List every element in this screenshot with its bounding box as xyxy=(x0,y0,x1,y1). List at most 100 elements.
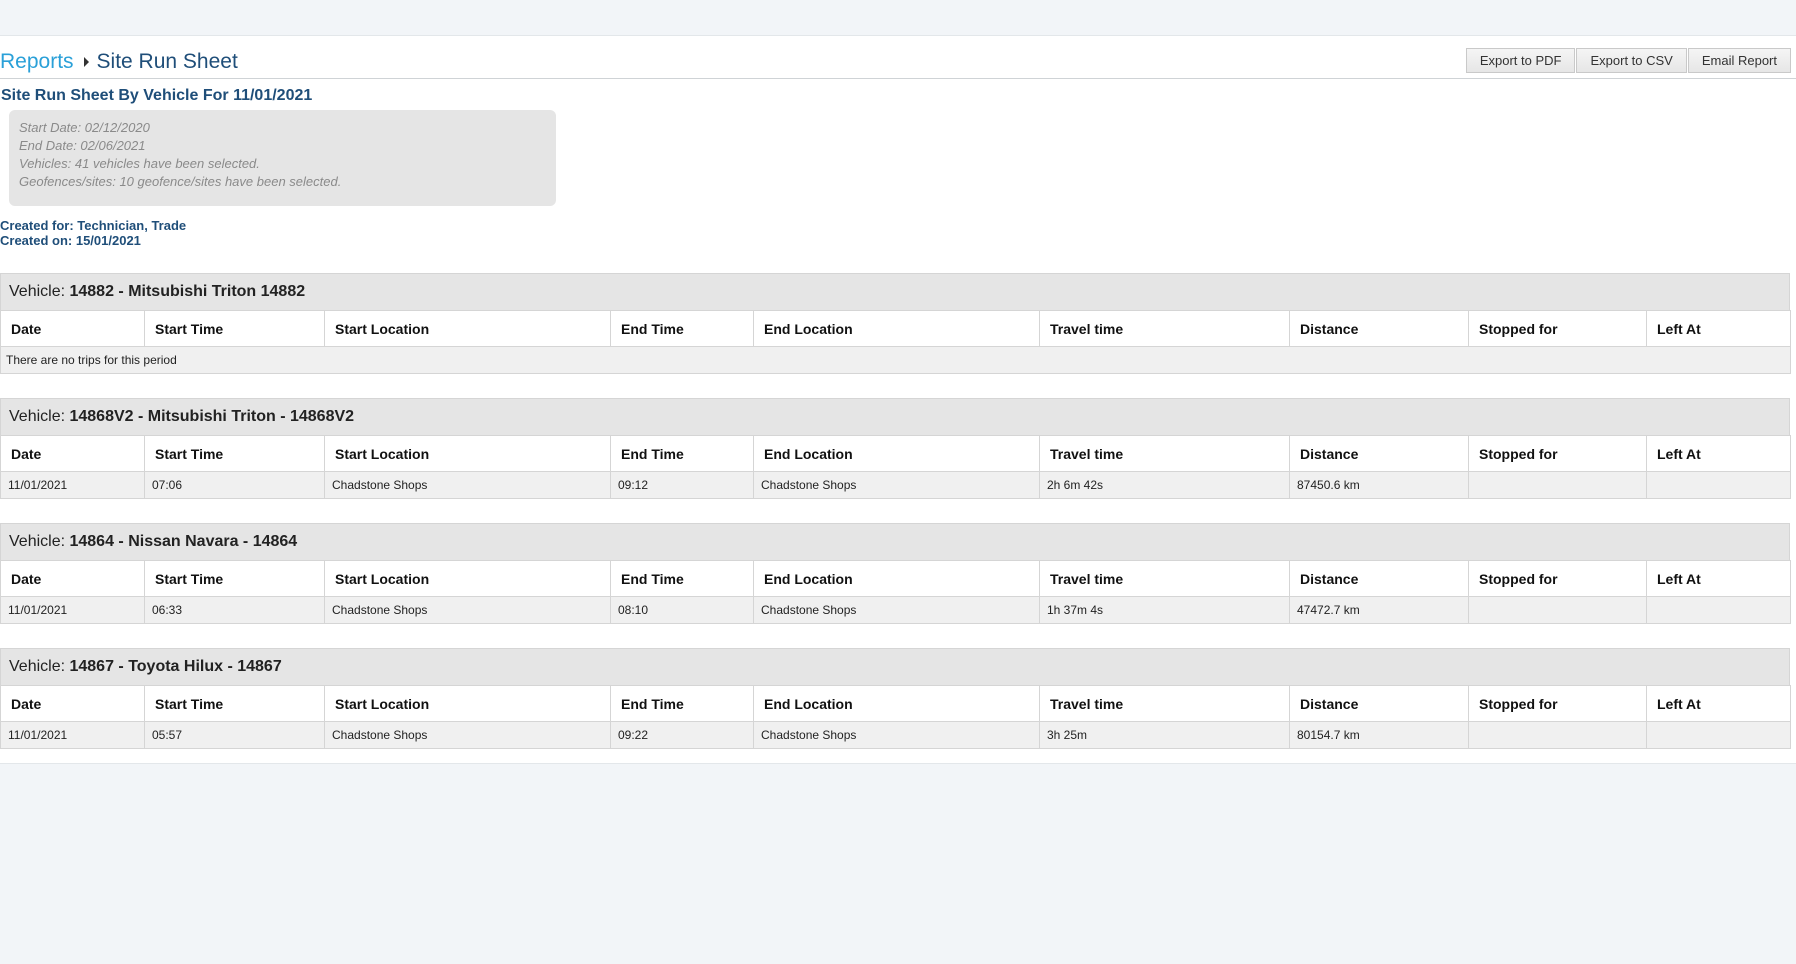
column-header: End Location xyxy=(753,685,1040,722)
table-row: 11/01/2021 05:57 Chadstone Shops 09:22 Chads… xyxy=(0,721,1791,749)
table-header-row: Date Start Time Start Location End Time End … xyxy=(0,560,1791,597)
table-cell: 47472.7 km xyxy=(1289,596,1469,624)
vehicle-header: Vehicle: 14882 - Mitsubishi Triton 14882 xyxy=(0,273,1790,310)
table-cell: 11/01/2021 xyxy=(0,721,145,749)
column-header: Start Time xyxy=(144,685,325,722)
column-header: Left At xyxy=(1646,560,1791,597)
column-header: Left At xyxy=(1646,435,1791,472)
column-header: Start Time xyxy=(144,435,325,472)
column-header: End Location xyxy=(753,435,1040,472)
table-cell: 11/01/2021 xyxy=(0,596,145,624)
table-cell: 2h 6m 42s xyxy=(1039,471,1290,499)
page-header: Reports Site Run Sheet Export to PDF Exp… xyxy=(0,36,1796,79)
column-header: Distance xyxy=(1289,560,1469,597)
created-on: Created on: 15/01/2021 xyxy=(0,233,141,248)
top-bar xyxy=(0,0,1796,36)
table-row: 11/01/2021 06:33 Chadstone Shops 08:10 Chads… xyxy=(0,596,1791,624)
column-header: Date xyxy=(0,435,145,472)
column-header: Start Location xyxy=(324,310,611,347)
export-pdf-button[interactable]: Export to PDF xyxy=(1465,48,1576,73)
column-header: Start Time xyxy=(144,560,325,597)
table-cell: Chadstone Shops xyxy=(324,596,611,624)
column-header: Stopped for xyxy=(1468,310,1647,347)
column-header: End Time xyxy=(610,435,754,472)
vehicle-section: Vehicle: 14867 - Toyota Hilux - 14867 Dat… xyxy=(0,648,1791,749)
column-header: Stopped for xyxy=(1468,560,1647,597)
table-header-row: Date Start Time Start Location End Time End … xyxy=(0,435,1791,472)
column-header: Travel time xyxy=(1039,685,1290,722)
column-header: Start Location xyxy=(324,435,611,472)
empty-message: There are no trips for this period xyxy=(0,346,1791,374)
table-cell: 3h 25m xyxy=(1039,721,1290,749)
breadcrumb-reports-link[interactable]: Reports xyxy=(0,50,74,74)
created-info: Created for: Technician, Trade Created o… xyxy=(0,218,186,248)
vehicle-header: Vehicle: 14864 - Nissan Navara - 14864 xyxy=(0,523,1790,560)
table-cell: Chadstone Shops xyxy=(324,721,611,749)
page-title: Site Run Sheet xyxy=(96,50,238,73)
vehicle-label: Vehicle: xyxy=(9,533,70,550)
trips-table: Date Start Time Start Location End Time End … xyxy=(0,685,1791,749)
vehicle-name: 14868V2 - Mitsubishi Triton - 14868V2 xyxy=(69,408,355,425)
table-cell xyxy=(1646,596,1791,624)
column-header: Stopped for xyxy=(1468,435,1647,472)
export-csv-button[interactable]: Export to CSV xyxy=(1576,48,1687,73)
column-header: Start Location xyxy=(324,685,611,722)
report-title: Site Run Sheet By Vehicle For 11/01/2021 xyxy=(1,87,313,104)
table-header-row: Date Start Time Start Location End Time End … xyxy=(0,685,1791,722)
criteria-geofences: Geofences/sites: 10 geofence/sites have … xyxy=(19,174,342,189)
column-header: Start Location xyxy=(324,560,611,597)
table-cell: 80154.7 km xyxy=(1289,721,1469,749)
email-report-button[interactable]: Email Report xyxy=(1687,48,1791,73)
column-header: End Location xyxy=(753,560,1040,597)
table-cell: 08:10 xyxy=(610,596,754,624)
column-header: Travel time xyxy=(1039,560,1290,597)
criteria-vehicles: Vehicles: 41 vehicles have been selected… xyxy=(19,156,260,171)
trips-table: Date Start Time Start Location End Time End … xyxy=(0,435,1791,499)
column-header: Distance xyxy=(1289,685,1469,722)
table-cell: Chadstone Shops xyxy=(324,471,611,499)
table-cell: Chadstone Shops xyxy=(753,596,1040,624)
vehicle-label: Vehicle: xyxy=(9,408,70,425)
column-header: End Time xyxy=(610,310,754,347)
vehicle-header: Vehicle: 14868V2 - Mitsubishi Triton - 1… xyxy=(0,398,1790,435)
column-header: Distance xyxy=(1289,435,1469,472)
criteria-end-date: End Date: 02/06/2021 xyxy=(19,138,146,153)
column-header: Date xyxy=(0,685,145,722)
vehicle-label: Vehicle: xyxy=(9,658,70,675)
column-header: Travel time xyxy=(1039,435,1290,472)
table-cell xyxy=(1646,471,1791,499)
column-header: End Location xyxy=(753,310,1040,347)
column-header: Travel time xyxy=(1039,310,1290,347)
column-header: Date xyxy=(0,310,145,347)
column-header: Left At xyxy=(1646,685,1791,722)
column-header: Left At xyxy=(1646,310,1791,347)
column-header: Stopped for xyxy=(1468,685,1647,722)
table-cell: 09:22 xyxy=(610,721,754,749)
table-cell: Chadstone Shops xyxy=(753,471,1040,499)
table-cell: 1h 37m 4s xyxy=(1039,596,1290,624)
vehicle-name: 14882 - Mitsubishi Triton 14882 xyxy=(69,283,306,300)
breadcrumb: Reports Site Run Sheet xyxy=(0,50,238,74)
table-header-row: Date Start Time Start Location End Time End … xyxy=(0,310,1791,347)
table-row: There are no trips for this period xyxy=(0,346,1791,374)
table-cell: 87450.6 km xyxy=(1289,471,1469,499)
report-page: Reports Site Run Sheet Export to PDF Exp… xyxy=(0,36,1796,764)
created-for: Created for: Technician, Trade xyxy=(0,218,187,233)
column-header: Date xyxy=(0,560,145,597)
table-cell: 06:33 xyxy=(144,596,325,624)
column-header: End Time xyxy=(610,560,754,597)
table-cell: Chadstone Shops xyxy=(753,721,1040,749)
table-cell xyxy=(1646,721,1791,749)
vehicle-section: Vehicle: 14868V2 - Mitsubishi Triton - 1… xyxy=(0,398,1791,499)
table-cell: 07:06 xyxy=(144,471,325,499)
trips-table: Date Start Time Start Location End Time End … xyxy=(0,560,1791,624)
vehicle-header: Vehicle: 14867 - Toyota Hilux - 14867 xyxy=(0,648,1790,685)
table-cell xyxy=(1468,596,1647,624)
criteria-start-date: Start Date: 02/12/2020 xyxy=(19,120,150,135)
table-row: 11/01/2021 07:06 Chadstone Shops 09:12 Chads… xyxy=(0,471,1791,499)
vehicle-label: Vehicle: xyxy=(9,283,70,300)
table-cell: 11/01/2021 xyxy=(0,471,145,499)
column-header: Distance xyxy=(1289,310,1469,347)
table-cell xyxy=(1468,721,1647,749)
caret-right-icon xyxy=(83,57,89,67)
